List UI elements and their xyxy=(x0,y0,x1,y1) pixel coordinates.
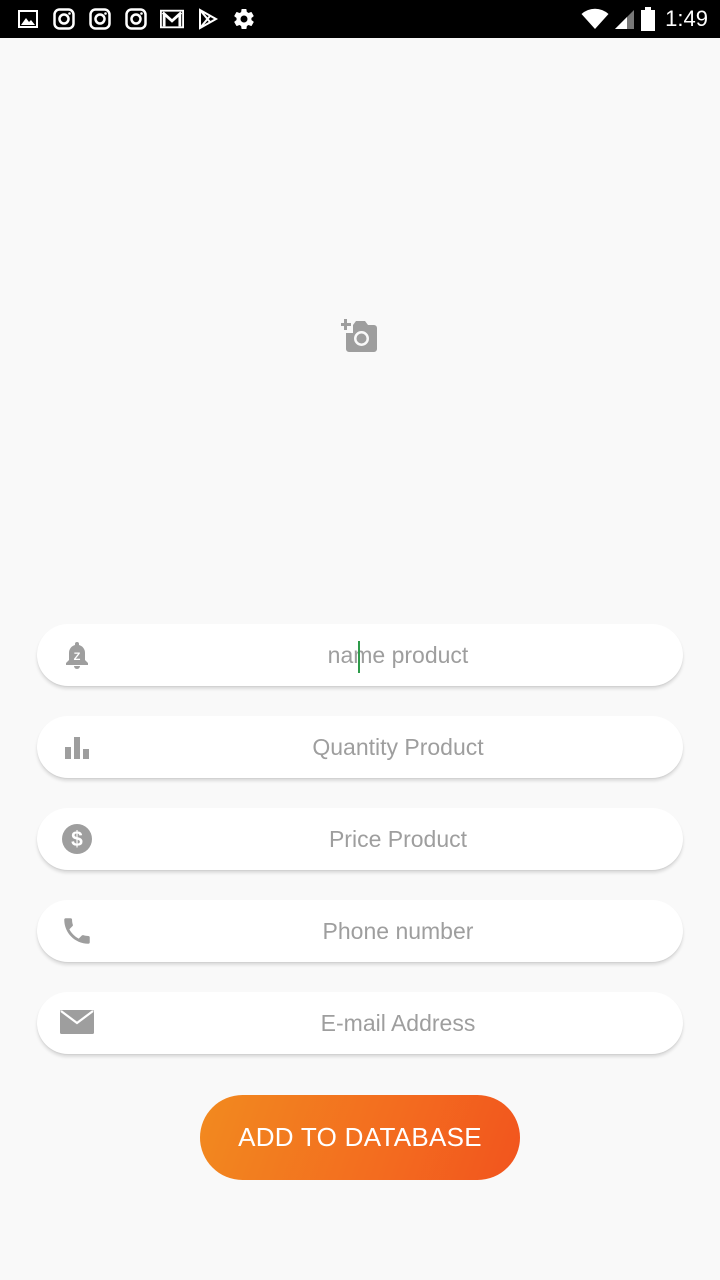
clock: 1:49 xyxy=(665,6,708,31)
image-icon xyxy=(16,7,40,31)
add-to-database-button[interactable]: ADD TO DATABASE xyxy=(200,1095,520,1180)
dollar-icon: $ xyxy=(59,821,95,857)
bar-chart-icon xyxy=(59,729,95,765)
bell-z-icon: Z xyxy=(59,637,95,673)
text-cursor xyxy=(358,641,360,673)
name-product-input[interactable] xyxy=(37,624,683,686)
svg-text:$: $ xyxy=(71,828,83,851)
wifi-icon xyxy=(581,8,609,30)
notification-icons xyxy=(16,7,268,31)
system-icons: 1:49 xyxy=(575,6,708,32)
phone-icon xyxy=(59,913,95,949)
play-store-icon xyxy=(196,7,220,31)
price-product-field[interactable]: $ xyxy=(37,808,683,870)
signal-icon xyxy=(615,8,635,30)
phone-number-field[interactable] xyxy=(37,900,683,962)
svg-text:Z: Z xyxy=(74,651,81,663)
screen: 1:49 Z name product Quantity Product $ P… xyxy=(0,0,720,1280)
mail-icon xyxy=(59,1005,95,1041)
quantity-product-input[interactable] xyxy=(37,716,683,778)
instagram-icon xyxy=(124,7,148,31)
battery-icon xyxy=(641,7,656,31)
status-bar: 1:49 xyxy=(0,0,720,38)
instagram-icon xyxy=(52,7,76,31)
instagram-icon xyxy=(88,7,112,31)
email-address-field[interactable] xyxy=(37,992,683,1054)
gmail-icon xyxy=(160,7,184,31)
quantity-product-field[interactable] xyxy=(37,716,683,778)
phone-number-input[interactable] xyxy=(37,900,683,962)
price-product-input[interactable] xyxy=(37,808,683,870)
email-address-input[interactable] xyxy=(37,992,683,1054)
name-product-field[interactable]: Z xyxy=(37,624,683,686)
add-photo-button[interactable] xyxy=(340,318,379,358)
settings-icon xyxy=(232,7,256,31)
add-a-photo-icon xyxy=(340,318,379,358)
